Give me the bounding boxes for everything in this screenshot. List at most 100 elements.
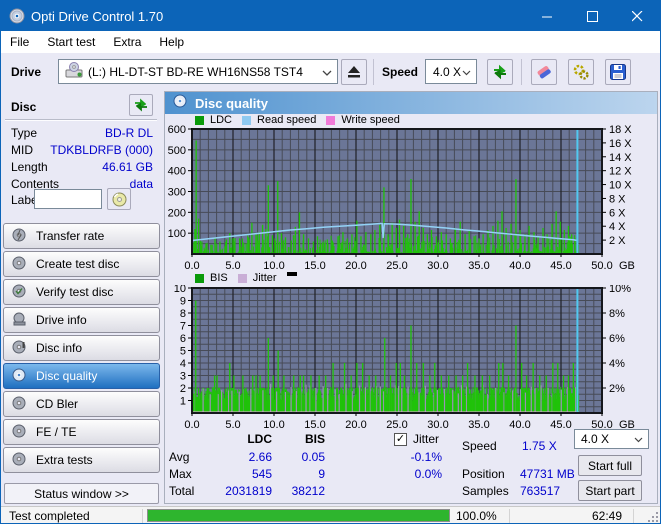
speed-stat-label: Speed [462, 439, 497, 453]
refresh-speeds-button[interactable] [487, 59, 513, 85]
avg-jitter-value: -0.1% [410, 450, 442, 464]
start-full-button[interactable]: Start full [578, 455, 642, 476]
jitter-legend-label: Jitter [252, 272, 277, 284]
jitter-legend-swatch [237, 273, 247, 283]
disc-icon [12, 256, 27, 273]
test-speed-select[interactable]: 4.0 X [574, 429, 649, 449]
axis-tick-label: 6 X [609, 207, 626, 219]
disc-mid-label: MID [11, 143, 33, 157]
disc-mid-row: MID TDKBLDRFB (000) [11, 143, 153, 159]
eraser-icon [537, 66, 551, 79]
refresh-icon [494, 64, 506, 80]
eject-button[interactable] [341, 59, 367, 85]
disc-quality-card: Disc quality LDC Read speed Write speed … [164, 91, 658, 504]
sidebar-item-label: Transfer rate [36, 229, 105, 243]
gears-icon [573, 64, 589, 80]
axis-tick-label: 10% [609, 285, 631, 295]
jitter-column-header: Jitter [413, 432, 440, 446]
menu-bar: File Start test Extra Help [1, 31, 660, 53]
sidebar-item-disc-info[interactable]: Disc info [3, 335, 160, 361]
axis-tick-label: 5.0 [225, 260, 240, 272]
resize-grip[interactable] [648, 512, 658, 522]
toolbar: Drive (L:) HL-DT-ST BD-RE WH16NS58 TST4 … [1, 53, 660, 91]
drive-select[interactable]: (L:) HL-DT-ST BD-RE WH16NS58 TST4 [58, 59, 338, 84]
sidebar-item-label: Drive info [36, 313, 87, 327]
sidebar-footer: Status window >> [1, 483, 162, 506]
bis-chart-legend: BIS Jitter [195, 272, 297, 284]
disc-panel-title: Disc [11, 100, 37, 114]
disc-length-row: Length 46.61 GB [11, 160, 153, 176]
samples-stat-value: 763517 [520, 484, 561, 498]
sidebar-item-cd-bler[interactable]: CD Bler [3, 391, 160, 417]
drive-select-value: (L:) HL-DT-ST BD-RE WH16NS58 TST4 [88, 64, 303, 79]
disc-type-label: Type [11, 126, 38, 140]
sidebar-item-drive-info[interactable]: Drive info [3, 307, 160, 333]
save-icon [610, 64, 626, 80]
avg-bis-value: 0.05 [301, 450, 325, 464]
disc-mid-value: TDKBLDRFB (000) [50, 143, 153, 157]
axis-tick-label: 8% [609, 308, 625, 320]
axis-tick-label: 2% [609, 383, 625, 395]
axis-tick-label: 9 [180, 296, 186, 308]
sidebar-item-fe-te[interactable]: FE / TE [3, 419, 160, 445]
sidebar-item-verify-test-disc[interactable]: Verify test disc [3, 279, 160, 305]
max-jitter-value: 0.0% [414, 467, 442, 481]
disc-icon [12, 228, 27, 245]
axis-tick-label: 16 X [609, 138, 632, 150]
axis-tick-label: 2 X [609, 235, 626, 247]
disc-icon [12, 368, 27, 385]
disc-length-label: Length [11, 160, 48, 174]
erase-disc-button[interactable] [531, 59, 557, 85]
maximize-button[interactable] [570, 1, 615, 31]
test-speed-value: 4.0 X [581, 432, 610, 446]
sidebar-item-transfer-rate[interactable]: Transfer rate [3, 223, 160, 249]
menu-extra[interactable]: Extra [104, 32, 150, 52]
axis-tick-label: 50.0 [591, 260, 612, 272]
menu-file[interactable]: File [1, 32, 38, 52]
max-bis-value: 9 [318, 467, 325, 481]
total-ldc-value: 2031819 [225, 484, 272, 498]
drive-label: Drive [11, 65, 42, 79]
position-stat-value: 47731 MB [520, 467, 575, 481]
chevron-down-icon [634, 432, 643, 446]
axis-tick-label: 10 X [609, 180, 632, 192]
progress-bar [147, 509, 450, 522]
axis-tick-label: 1 [180, 396, 186, 408]
disc-label-input[interactable] [34, 189, 102, 209]
axis-tick-label: 12 X [609, 166, 632, 178]
refresh-disc-button[interactable] [129, 94, 153, 116]
axis-tick-label: 3 [180, 371, 186, 383]
axis-tick-label: GB [619, 260, 635, 272]
axis-tick-label: 6 [180, 333, 186, 345]
disc-label-button[interactable] [107, 188, 131, 210]
save-button[interactable] [605, 59, 631, 85]
status-window-button[interactable]: Status window >> [4, 483, 159, 504]
sidebar-item-extra-tests[interactable]: Extra tests [3, 447, 160, 473]
axis-tick-label: 30.0 [427, 260, 448, 272]
sidebar-item-label: CD Bler [36, 397, 79, 411]
status-bar: Test completed 100.0% 62:49 [1, 506, 660, 523]
bis-jitter-chart: 1098765432110%8%6%4%2%0.0 5.0 10.0 15.0 20.0… [174, 285, 635, 431]
stats-panel: LDC BIS ✓ Jitter Avg 2.66 0.05 -0.1% Max… [165, 428, 657, 504]
disc-type-row: Type BD-R DL [11, 126, 153, 142]
speed-label: Speed [382, 65, 419, 79]
start-part-button[interactable]: Start part [578, 480, 642, 501]
close-button[interactable] [615, 1, 660, 31]
axis-tick-label: 6% [609, 333, 625, 345]
menu-start-test[interactable]: Start test [38, 32, 104, 52]
app-icon [9, 8, 25, 24]
axis-tick-label: 200 [168, 207, 186, 219]
jitter-checkbox[interactable]: ✓ [394, 433, 407, 446]
progress-percent: 100.0% [456, 509, 497, 523]
sidebar-item-create-test-disc[interactable]: Create test disc [3, 251, 160, 277]
axis-tick-label: 10 [174, 285, 186, 295]
settings-button[interactable] [568, 59, 594, 85]
minimize-button[interactable] [525, 1, 570, 31]
menu-help[interactable]: Help [150, 32, 193, 52]
chevron-down-icon [322, 65, 332, 79]
sidebar-item-disc-quality[interactable]: Disc quality [3, 363, 160, 389]
drive-icon [12, 312, 27, 329]
bis-legend-swatch [195, 273, 204, 283]
axis-tick-label: 14 X [609, 152, 632, 164]
speed-select[interactable]: 4.0 X [425, 59, 477, 84]
